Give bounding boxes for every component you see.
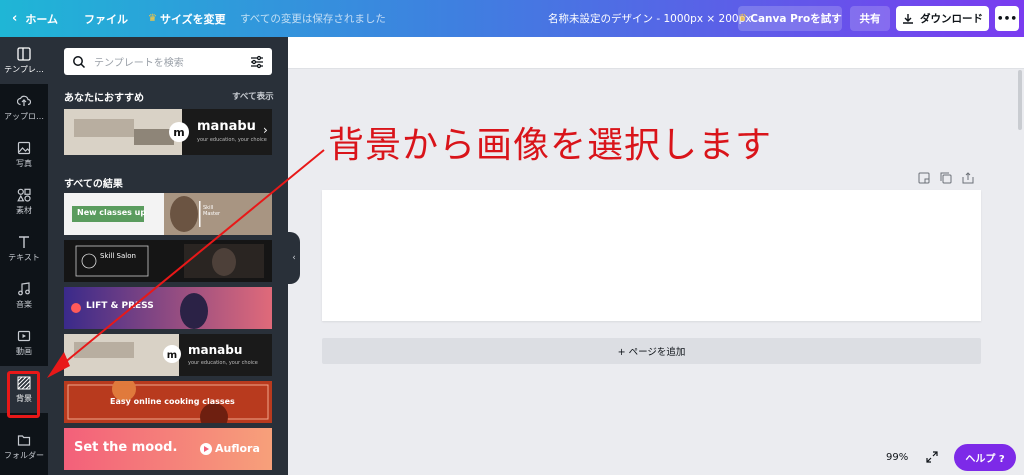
fullscreen-icon[interactable] [926, 451, 938, 463]
add-page-icon[interactable] [962, 172, 974, 184]
zoom-control[interactable]: 99% [870, 444, 948, 470]
page-tools [918, 172, 974, 184]
zoom-level: 99% [886, 451, 909, 463]
add-page-button[interactable]: + ページを追加 [322, 338, 981, 364]
note-icon[interactable] [918, 172, 930, 184]
help-button[interactable]: ヘルプ ? [954, 444, 1016, 471]
duplicate-icon[interactable] [940, 172, 952, 184]
design-page[interactable] [322, 190, 981, 321]
